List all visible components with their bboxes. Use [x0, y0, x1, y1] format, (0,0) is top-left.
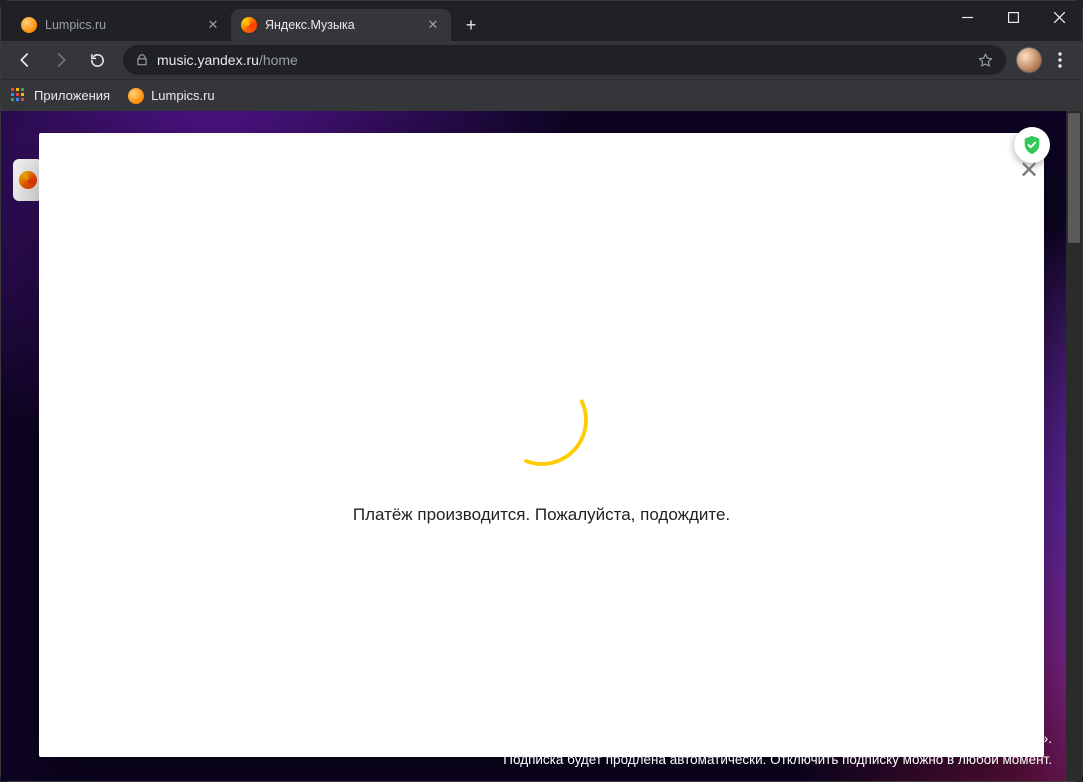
- close-tab-icon[interactable]: ✕: [425, 17, 441, 33]
- bookmark-lumpics[interactable]: Lumpics.ru: [128, 88, 215, 104]
- maximize-button[interactable]: [990, 1, 1036, 33]
- legal-text: Нажимая кнопку, вы принимаете «Лицензион…: [503, 729, 1052, 771]
- legal-line-2: Подписка будет продлена автоматически. О…: [503, 750, 1052, 771]
- lock-icon: [135, 53, 149, 67]
- payment-modal: ✕ Платёж производится. Пожалуйста, подож…: [39, 133, 1044, 757]
- bookmark-apps[interactable]: Приложения: [11, 88, 110, 104]
- loading-spinner-icon: [487, 365, 597, 475]
- lumpics-favicon-icon: [21, 17, 37, 33]
- yandex-music-logo-icon: [19, 171, 37, 189]
- apps-grid-icon: [11, 88, 27, 104]
- close-window-button[interactable]: [1036, 1, 1082, 33]
- browser-menu-button[interactable]: [1046, 46, 1074, 74]
- browser-toolbar: music.yandex.ru/home: [1, 41, 1082, 79]
- close-tab-icon[interactable]: ✕: [205, 17, 221, 33]
- window-controls: [944, 1, 1082, 41]
- address-bar[interactable]: music.yandex.ru/home: [123, 45, 1006, 75]
- payment-status-text: Платёж производится. Пожалуйста, подожди…: [353, 505, 730, 525]
- tab-lumpics[interactable]: Lumpics.ru ✕: [11, 9, 231, 41]
- license-agreement-link[interactable]: Лицензионное соглашение: [872, 731, 1041, 746]
- bookmark-label: Lumpics.ru: [151, 88, 215, 103]
- bookmarks-bar: Приложения Lumpics.ru: [1, 79, 1082, 111]
- minimize-button[interactable]: [944, 1, 990, 33]
- tab-title: Яндекс.Музыка: [265, 18, 417, 32]
- star-icon[interactable]: [977, 52, 994, 69]
- new-tab-button[interactable]: +: [457, 11, 485, 39]
- tab-strip: Lumpics.ru ✕ Яндекс.Музыка ✕ +: [11, 1, 485, 41]
- back-button[interactable]: [9, 44, 41, 76]
- address-text: music.yandex.ru/home: [157, 52, 298, 68]
- scrollbar-thumb[interactable]: [1068, 113, 1080, 243]
- scrollbar-track[interactable]: [1066, 111, 1082, 781]
- page-viewport: ✕ Платёж производится. Пожалуйста, подож…: [1, 111, 1082, 781]
- reload-button[interactable]: [81, 44, 113, 76]
- lumpics-favicon-icon: [128, 88, 144, 104]
- window-titlebar: Lumpics.ru ✕ Яндекс.Музыка ✕ +: [1, 1, 1082, 41]
- tab-yandex-music[interactable]: Яндекс.Музыка ✕: [231, 9, 451, 41]
- close-modal-button[interactable]: ✕: [1012, 153, 1046, 187]
- bookmark-label: Приложения: [34, 88, 110, 103]
- yandex-music-favicon-icon: [241, 17, 257, 33]
- profile-avatar[interactable]: [1016, 47, 1042, 73]
- forward-button[interactable]: [45, 44, 77, 76]
- tab-title: Lumpics.ru: [45, 18, 197, 32]
- legal-line-1: Нажимая кнопку, вы принимаете «Лицензион…: [503, 729, 1052, 750]
